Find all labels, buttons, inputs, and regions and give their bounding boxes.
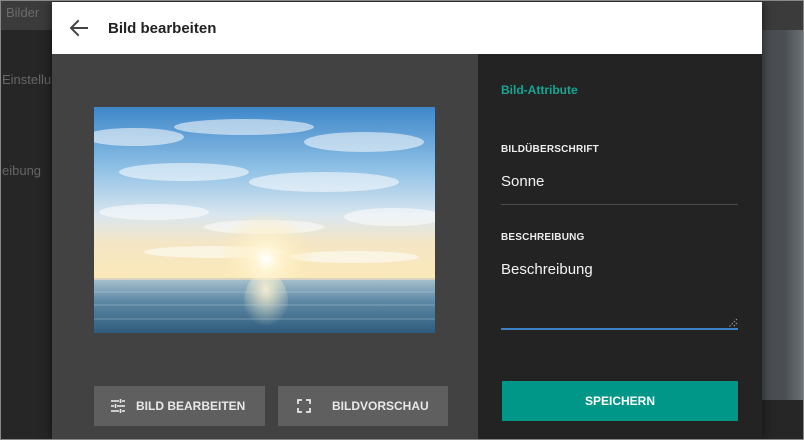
- description-label: BESCHREIBUNG: [501, 232, 585, 243]
- save-button[interactable]: SPEICHERN: [502, 381, 738, 421]
- background-image-panel: [762, 30, 804, 400]
- caption-divider: [501, 204, 738, 205]
- background-topbar-text: Bilder: [6, 5, 40, 20]
- tune-sliders-icon: [111, 399, 125, 413]
- arrow-left-icon: [69, 19, 88, 37]
- edit-image-button-label: BILD BEARBEITEN: [136, 399, 246, 413]
- section-title: Bild-Attribute: [501, 83, 578, 97]
- caption-label: BILDÜBERSCHRIFT: [501, 144, 599, 155]
- caption-field[interactable]: Sonne: [501, 173, 544, 190]
- fullscreen-icon: [297, 399, 311, 413]
- back-button[interactable]: [52, 2, 106, 54]
- background-side-text: Einstellu: [2, 72, 52, 87]
- description-field[interactable]: Beschreibung: [501, 261, 593, 278]
- preview-image: [94, 107, 435, 333]
- edit-image-button[interactable]: BILD BEARBEITEN: [94, 386, 265, 426]
- edit-image-dialog: Bild bearbeiten BILD BEARBEITEN BILDVORS…: [52, 2, 762, 440]
- image-preview-button-label: BILDVORSCHAU: [332, 399, 429, 413]
- image-attributes-pane: Bild-Attribute BILDÜBERSCHRIFT Sonne BES…: [478, 54, 762, 440]
- image-preview-button[interactable]: BILDVORSCHAU: [278, 386, 448, 426]
- image-preview-pane: BILD BEARBEITEN BILDVORSCHAU: [52, 54, 478, 440]
- background-side-text: eibung: [2, 163, 42, 178]
- dialog-header: Bild bearbeiten: [52, 2, 762, 54]
- dialog-title: Bild bearbeiten: [108, 19, 217, 37]
- resize-grip-icon[interactable]: [728, 318, 738, 328]
- description-underline: [501, 328, 738, 330]
